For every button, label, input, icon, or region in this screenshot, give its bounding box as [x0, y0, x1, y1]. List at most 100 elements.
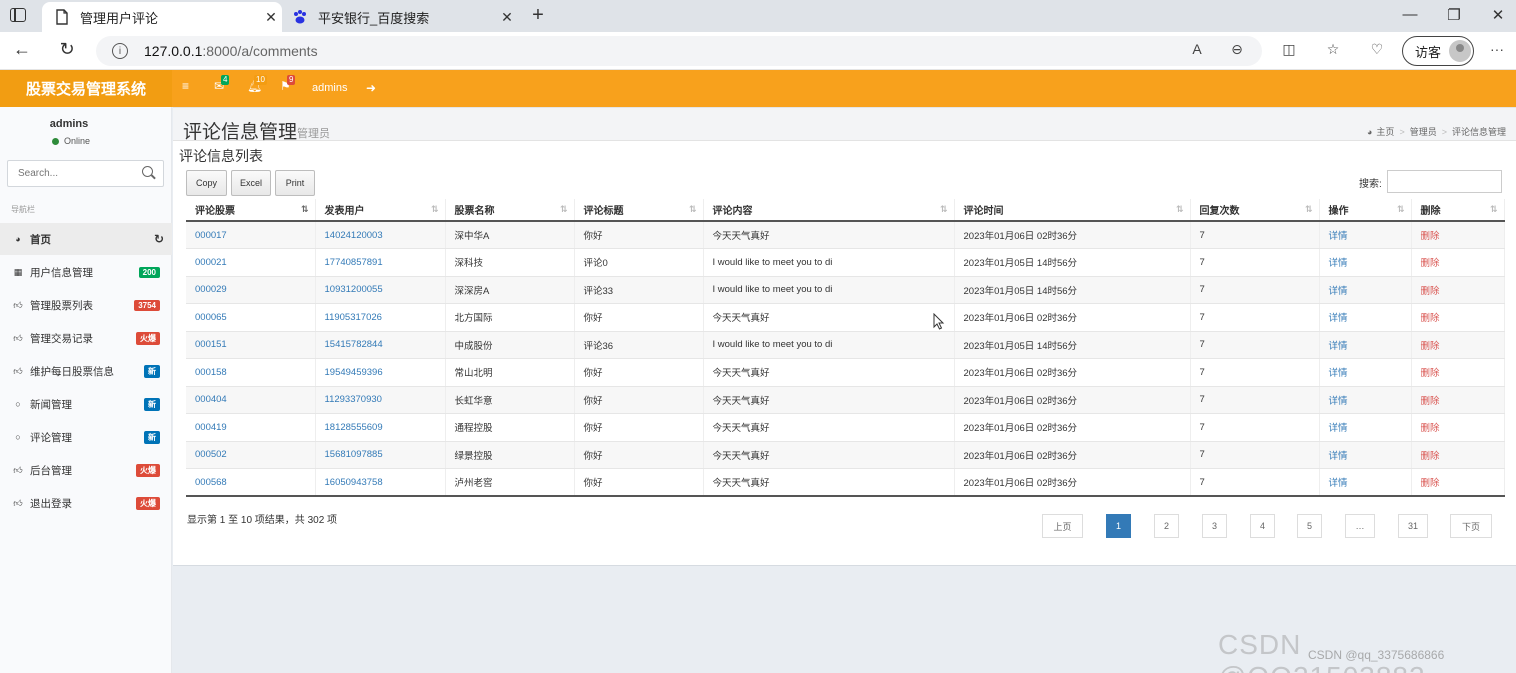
column-header[interactable]: 股票名称 ⇅ — [445, 199, 575, 222]
user-cell[interactable]: 11905317026 — [315, 303, 446, 332]
profile-button[interactable]: 访客 — [1402, 36, 1474, 66]
menu-toggle-icon[interactable]: ≡ — [182, 79, 189, 93]
delete-link[interactable]: 删除 — [1411, 276, 1505, 304]
detail-link[interactable]: 详情 — [1319, 331, 1412, 359]
minimize-icon[interactable]: — — [1400, 6, 1420, 23]
column-header[interactable]: 评论标题 ⇅ — [574, 199, 704, 222]
split-screen-icon[interactable]: ◫ — [1278, 41, 1300, 58]
column-header[interactable]: 评论内容 ⇅ — [703, 199, 955, 222]
detail-link[interactable]: 详情 — [1319, 468, 1412, 497]
detail-link[interactable]: 详情 — [1319, 358, 1412, 387]
prev-page-button[interactable]: 上页 — [1042, 514, 1083, 538]
stock-code-cell[interactable]: 000017 — [186, 221, 316, 249]
detail-link[interactable]: 详情 — [1319, 441, 1412, 469]
stock-code-cell[interactable]: 000502 — [186, 441, 316, 469]
stock-code-cell[interactable]: 000419 — [186, 413, 316, 442]
zoom-icon[interactable]: ⊖ — [1226, 41, 1248, 58]
search-icon[interactable] — [142, 166, 153, 177]
user-cell[interactable]: 14024120003 — [315, 221, 446, 249]
delete-link[interactable]: 删除 — [1411, 358, 1505, 387]
sidebar-item-user-info[interactable]: ▦ 用户信息管理 200 — [0, 256, 172, 288]
more-menu-icon[interactable]: ··· — [1486, 41, 1508, 57]
detail-link[interactable]: 详情 — [1319, 386, 1412, 414]
sidebar-item-comments[interactable]: ○ 评论管理 新 — [0, 421, 172, 453]
column-header[interactable]: 回复次数 ⇅ — [1190, 199, 1320, 222]
column-header[interactable]: 操作 ⇅ — [1319, 199, 1412, 222]
delete-link[interactable]: 删除 — [1411, 468, 1505, 497]
close-icon[interactable]: ✕ — [496, 9, 518, 26]
detail-link[interactable]: 详情 — [1319, 276, 1412, 304]
back-arrow-icon[interactable]: ← — [10, 39, 34, 60]
restore-icon[interactable]: ❐ — [1444, 6, 1464, 24]
user-cell[interactable]: 17740857891 — [315, 248, 446, 277]
sidebar-item-daily-stock[interactable]: 👍︎ 维护每日股票信息 新 — [0, 355, 172, 387]
user-cell[interactable]: 19549459396 — [315, 358, 446, 387]
tab-baidu-search[interactable]: 平安银行_百度搜索 ✕ — [284, 2, 518, 32]
stock-code-cell[interactable]: 000151 — [186, 331, 316, 359]
sidebar-item-news[interactable]: ○ 新闻管理 新 — [0, 388, 172, 420]
column-header[interactable]: 删除 ⇅ — [1411, 199, 1505, 222]
page-button-31[interactable]: 31 — [1398, 514, 1428, 538]
sidebar-search-input[interactable] — [8, 161, 138, 186]
new-tab-plus-icon[interactable]: + — [526, 4, 550, 27]
close-icon[interactable]: ✕ — [260, 9, 282, 26]
user-cell[interactable]: 15415782844 — [315, 331, 446, 359]
breadcrumb-admin[interactable]: 管理员 — [1410, 125, 1437, 138]
user-cell[interactable]: 16050943758 — [315, 468, 446, 497]
info-icon[interactable]: i — [112, 43, 128, 59]
sidebar-item-home[interactable]: ◕ 首页 ↻ — [0, 223, 172, 255]
detail-link[interactable]: 详情 — [1319, 221, 1412, 249]
stock-code-cell[interactable]: 000021 — [186, 248, 316, 277]
tab-manage-comments[interactable]: 管理用户评论 ✕ — [42, 2, 282, 32]
page-button-4[interactable]: 4 — [1250, 514, 1275, 538]
sidebar-item-backend[interactable]: 👍︎ 后台管理 火爆 — [0, 454, 172, 486]
user-cell[interactable]: 18128555609 — [315, 413, 446, 442]
page-button-3[interactable]: 3 — [1202, 514, 1227, 538]
stock-code-cell[interactable]: 000029 — [186, 276, 316, 304]
stock-code-cell[interactable]: 000568 — [186, 468, 316, 497]
column-header[interactable]: 发表用户 ⇅ — [315, 199, 446, 222]
header-username[interactable]: admins — [312, 82, 347, 94]
stock-code-cell[interactable]: 000065 — [186, 303, 316, 332]
sidebar-item-stock-list[interactable]: 👍︎ 管理股票列表 3754 — [0, 289, 172, 321]
stock-code-cell[interactable]: 000404 — [186, 386, 316, 414]
user-cell[interactable]: 10931200055 — [315, 276, 446, 304]
delete-link[interactable]: 删除 — [1411, 248, 1505, 277]
table-search-input[interactable] — [1387, 170, 1502, 193]
page-button-1[interactable]: 1 — [1106, 514, 1131, 538]
url-input[interactable]: i 127.0.0.1:8000/a/comments — [96, 36, 1262, 66]
delete-link[interactable]: 删除 — [1411, 441, 1505, 469]
browser-essentials-icon[interactable]: ♡ — [1366, 41, 1388, 58]
page-button-5[interactable]: 5 — [1297, 514, 1322, 538]
print-button[interactable]: Print — [275, 170, 315, 196]
bell-icon[interactable]: 🔔︎ 10 — [247, 75, 267, 93]
user-cell[interactable]: 11293370930 — [315, 386, 446, 414]
delete-link[interactable]: 删除 — [1411, 331, 1505, 359]
flag-icon[interactable]: ⚑ 9 — [280, 75, 296, 93]
read-aloud-icon[interactable]: A — [1186, 41, 1208, 57]
excel-button[interactable]: Excel — [231, 170, 271, 196]
delete-link[interactable]: 删除 — [1411, 303, 1505, 332]
detail-link[interactable]: 详情 — [1319, 413, 1412, 442]
sidebar-item-logout[interactable]: 👍︎ 退出登录 火爆 — [0, 487, 172, 519]
brand-title[interactable]: 股票交易管理系统 — [0, 70, 172, 107]
sidebar-item-trade-records[interactable]: 👍︎ 管理交易记录 火爆 — [0, 322, 172, 354]
detail-link[interactable]: 详情 — [1319, 248, 1412, 277]
page-button-2[interactable]: 2 — [1154, 514, 1179, 538]
column-header[interactable]: 评论股票 ⇅ — [186, 199, 316, 222]
detail-link[interactable]: 详情 — [1319, 303, 1412, 332]
column-header[interactable]: 评论时间 ⇅ — [954, 199, 1191, 222]
next-page-button[interactable]: 下页 — [1450, 514, 1492, 538]
stock-code-cell[interactable]: 000158 — [186, 358, 316, 387]
mail-icon[interactable]: ✉ 4 — [214, 75, 230, 93]
refresh-icon[interactable]: ↻ — [55, 39, 79, 60]
tab-actions-icon[interactable] — [10, 8, 26, 22]
logout-icon[interactable]: ➜ — [366, 81, 376, 95]
favorites-icon[interactable]: ☆ — [1322, 41, 1344, 58]
breadcrumb-home[interactable]: 主页 — [1376, 125, 1394, 138]
delete-link[interactable]: 删除 — [1411, 413, 1505, 442]
delete-link[interactable]: 删除 — [1411, 221, 1505, 249]
user-cell[interactable]: 15681097885 — [315, 441, 446, 469]
refresh-icon[interactable]: ↻ — [154, 232, 164, 246]
copy-button[interactable]: Copy — [186, 170, 227, 196]
